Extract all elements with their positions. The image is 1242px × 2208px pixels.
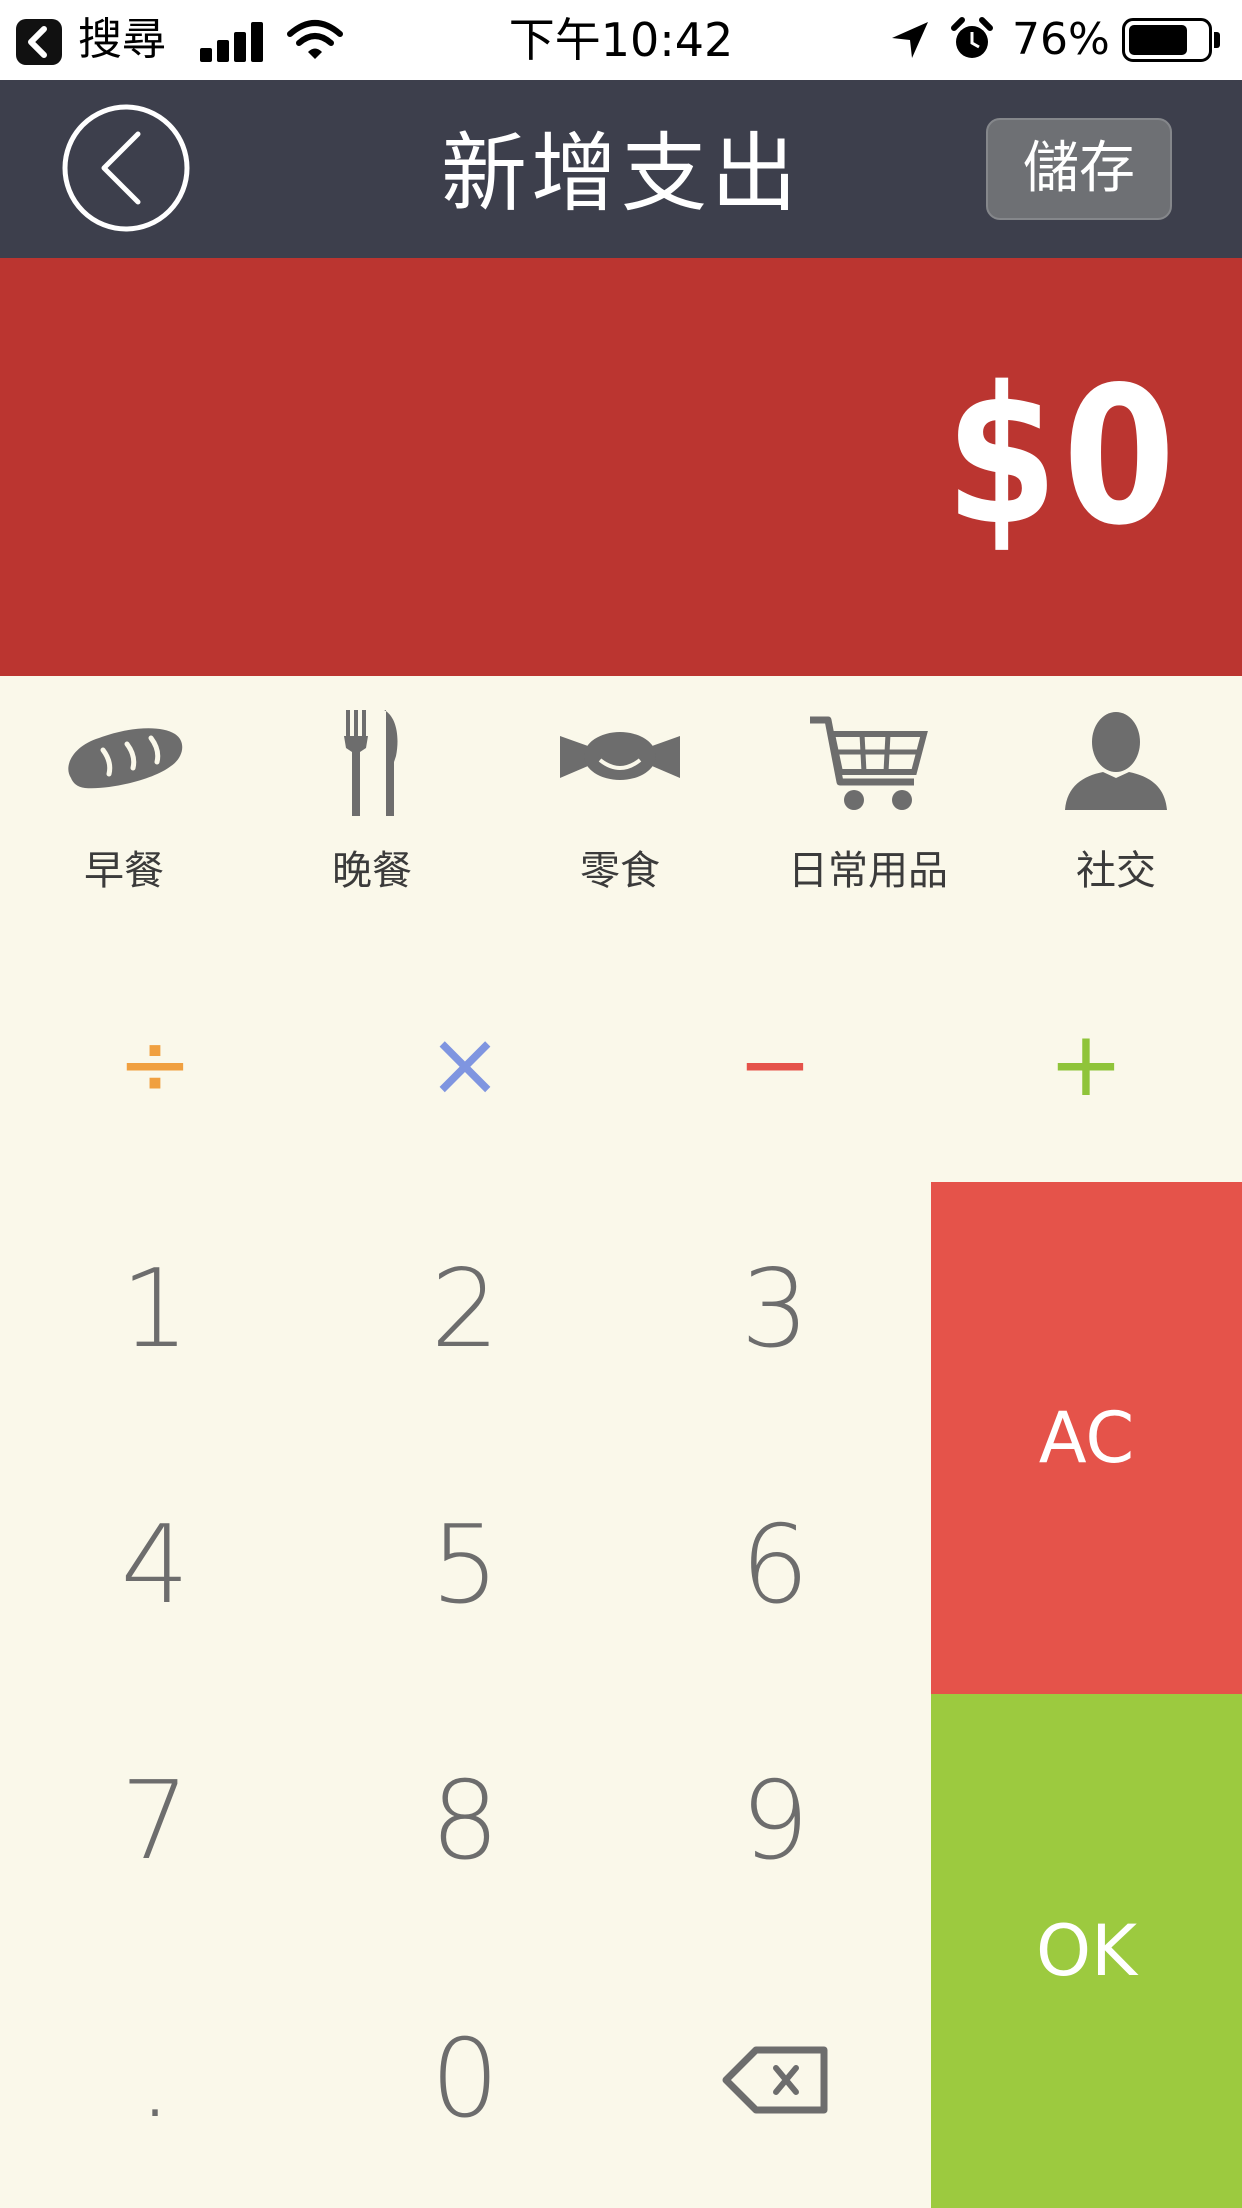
location-arrow-icon [892, 22, 928, 58]
battery-icon [1122, 18, 1222, 62]
bread-icon [68, 728, 183, 789]
key-7[interactable]: 7 [0, 1694, 310, 1950]
add-button[interactable]: + [931, 960, 1241, 1170]
category-social[interactable]: 社交 [992, 676, 1240, 926]
key-5[interactable]: 5 [310, 1438, 620, 1694]
save-button[interactable]: 儲存 [986, 118, 1172, 220]
alarm-icon [951, 17, 993, 58]
battery-percent: 76% [1012, 14, 1110, 65]
key-1[interactable]: 1 [0, 1182, 310, 1438]
subtract-button[interactable]: − [620, 960, 930, 1170]
divide-button[interactable]: ÷ [0, 960, 310, 1170]
key-4[interactable]: 4 [0, 1438, 310, 1694]
category-dinner[interactable]: 晚餐 [248, 676, 496, 926]
key-8[interactable]: 8 [310, 1694, 620, 1950]
category-label: 日常用品 [788, 848, 948, 894]
amount-panel: $0 [0, 258, 1242, 676]
multiply-button[interactable]: × [310, 960, 620, 1170]
key-2[interactable]: 2 [310, 1182, 620, 1438]
backspace-icon [722, 2046, 828, 2114]
operator-row: ÷ × − + [0, 960, 1242, 1170]
key-6[interactable]: 6 [620, 1438, 930, 1694]
category-snacks[interactable]: 零食 [496, 676, 744, 926]
category-daily-goods[interactable]: 日常用品 [744, 676, 992, 926]
key-3[interactable]: 3 [620, 1182, 930, 1438]
nav-bar: 新增支出 儲存 [0, 80, 1242, 258]
shopping-cart-icon [810, 716, 928, 810]
ok-button[interactable]: OK [931, 1694, 1242, 2208]
category-label: 早餐 [84, 848, 164, 894]
key-0[interactable]: 0 [310, 1952, 620, 2208]
category-label: 社交 [1076, 848, 1156, 894]
category-label: 晚餐 [332, 848, 412, 894]
category-bar: 早餐 晚餐 零食 日常用品 社交 [0, 676, 1242, 926]
category-breakfast[interactable]: 早餐 [0, 676, 248, 926]
backspace-button[interactable] [620, 1952, 930, 2208]
status-bar: 搜尋 下午10:42 76% [0, 0, 1242, 80]
person-icon [1065, 712, 1167, 810]
category-label: 零食 [580, 848, 660, 894]
key-decimal[interactable]: . [0, 1952, 310, 2208]
fork-knife-icon [344, 710, 398, 816]
candy-icon [560, 732, 680, 780]
amount-display: $0 [945, 346, 1180, 567]
key-9[interactable]: 9 [620, 1694, 930, 1950]
clear-button[interactable]: AC [931, 1182, 1242, 1694]
